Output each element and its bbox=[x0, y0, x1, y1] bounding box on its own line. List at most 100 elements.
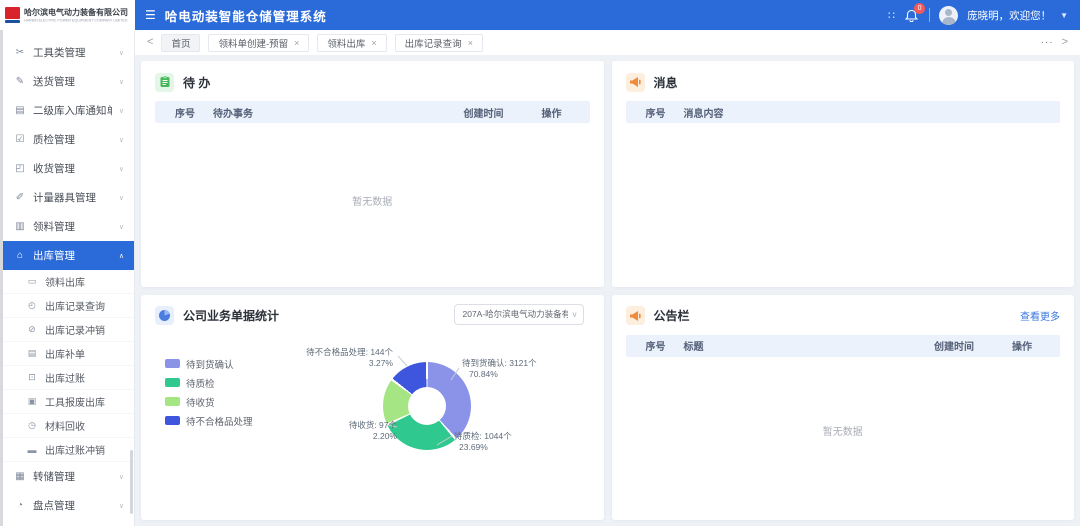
fullscreen-icon[interactable]: ∷ bbox=[888, 9, 895, 22]
todo-table-header: 序号 待办事务 创建时间 操作 bbox=[155, 101, 590, 123]
menu-icon: ⌂ bbox=[14, 250, 26, 261]
tab-close-icon[interactable]: × bbox=[371, 38, 376, 48]
bulletin-table-header: 序号 标题 创建时间 操作 bbox=[626, 335, 1061, 357]
sidebar-item[interactable]: ◔盘点管理∨ bbox=[0, 491, 134, 520]
sidebar-item[interactable]: ☑质检管理∨ bbox=[0, 125, 134, 154]
chevron-down-icon: ∨ bbox=[119, 223, 124, 231]
legend-item[interactable]: 待收货 bbox=[165, 395, 253, 409]
sidebar-item[interactable]: ✂工具类管理∨ bbox=[0, 38, 134, 67]
legend-item[interactable]: 待质检 bbox=[165, 376, 253, 390]
tabs-more-icon[interactable]: ··· bbox=[1041, 37, 1054, 48]
sidebar-item[interactable]: ✐计量器具管理∨ bbox=[0, 183, 134, 212]
column-header: 创建时间 bbox=[934, 338, 1012, 353]
tab[interactable]: 领料出库 × bbox=[317, 34, 386, 52]
chevron-down-icon: ∨ bbox=[119, 165, 124, 173]
app-header: 哈尔滨电气动力装备有限公司 HARBIN ELECTRIC POWER EQUI… bbox=[0, 0, 1080, 30]
clipboard-icon bbox=[155, 73, 174, 92]
sidebar-subitem[interactable]: ⊘出库记录冲销 bbox=[0, 318, 134, 342]
legend-swatch bbox=[165, 397, 180, 406]
tab-close-icon[interactable]: × bbox=[294, 38, 299, 48]
todo-title: 待 办 bbox=[183, 74, 210, 91]
tab-label: 出库记录查询 bbox=[405, 36, 462, 50]
sidebar-item[interactable]: ▤二级库入库通知单∨ bbox=[0, 96, 134, 125]
sidebar-item[interactable]: ◰收货管理∨ bbox=[0, 154, 134, 183]
chevron-down-icon: ∨ bbox=[119, 78, 124, 86]
sidebar-subitem[interactable]: ▭ 领料出库 bbox=[0, 270, 134, 294]
notification-bell[interactable]: 0 bbox=[904, 7, 920, 23]
column-header: 标题 bbox=[684, 338, 935, 353]
menu-label: 出库记录查询 bbox=[45, 298, 124, 313]
sidebar-subitem[interactable]: ◷材料回收 bbox=[0, 414, 134, 438]
legend-swatch bbox=[165, 416, 180, 425]
menu-icon: ▥ bbox=[14, 221, 26, 232]
tab[interactable]: 出库记录查询 × bbox=[395, 34, 483, 52]
menu-label: 盘点管理 bbox=[33, 498, 112, 513]
sidebar-item[interactable]: ✎送货管理∨ bbox=[0, 67, 134, 96]
sidebar-subitem[interactable]: ▬出库过账冲销 bbox=[0, 438, 134, 462]
messages-card: 消息 序号 消息内容 bbox=[612, 61, 1075, 287]
callout-label: 待质检: 1044个 23.69% bbox=[454, 431, 512, 455]
menu-label: 工具类管理 bbox=[33, 45, 112, 60]
caret-down-icon[interactable]: ▼ bbox=[1060, 11, 1068, 20]
top-bar: ☰ 哈电动装智能仓储管理系统 ∷ 0 庞晓明，欢迎您！ ▼ bbox=[135, 0, 1080, 30]
tab[interactable]: 首页 bbox=[161, 34, 200, 52]
view-more-link[interactable]: 查看更多 bbox=[1020, 308, 1060, 323]
legend-swatch bbox=[165, 359, 180, 368]
legend-swatch bbox=[165, 378, 180, 387]
menu-icon: ⊡ bbox=[26, 372, 38, 383]
tabs-forward-icon[interactable]: > bbox=[1062, 37, 1068, 48]
menu-icon: ▦ bbox=[14, 471, 26, 482]
sidebar-item[interactable]: ▥领料管理∨ bbox=[0, 212, 134, 241]
legend-item[interactable]: 待不合格品处理 bbox=[165, 414, 253, 428]
chevron-down-icon: ∨ bbox=[119, 473, 124, 481]
sidebar-subitem[interactable]: ▣工具报废出库 bbox=[0, 390, 134, 414]
tab[interactable]: 领料单创建-预留 × bbox=[208, 34, 309, 52]
menu-label: 出库过账冲销 bbox=[45, 442, 124, 457]
legend-label: 待收货 bbox=[186, 395, 215, 409]
bulletin-empty-state: 暂无数据 bbox=[612, 423, 1075, 438]
left-scrollbar[interactable] bbox=[0, 30, 3, 526]
sidebar-item[interactable]: ▦转储管理∨ bbox=[0, 462, 134, 491]
menu-label: 出库补单 bbox=[45, 346, 124, 361]
tab-close-icon[interactable]: × bbox=[468, 38, 473, 48]
tab-label: 领料出库 bbox=[327, 36, 365, 50]
chevron-up-icon: ∧ bbox=[119, 252, 124, 260]
company-logo bbox=[5, 7, 20, 23]
bulletin-title: 公告栏 bbox=[654, 307, 690, 324]
column-header: 操作 bbox=[1012, 338, 1060, 353]
chevron-down-icon: ∨ bbox=[119, 502, 124, 510]
sidebar-subitem[interactable]: ◴出库记录查询 bbox=[0, 294, 134, 318]
column-header: 待办事务 bbox=[213, 105, 464, 120]
menu-label: 收货管理 bbox=[33, 161, 112, 176]
column-header: 序号 bbox=[626, 105, 684, 120]
todo-empty-state: 暂无数据 bbox=[141, 193, 604, 208]
sidebar: ✂工具类管理∨✎送货管理∨▤二级库入库通知单∨☑质检管理∨◰收货管理∨✐计量器具… bbox=[0, 30, 135, 526]
sidebar-subitem[interactable]: ▤出库补单 bbox=[0, 342, 134, 366]
menu-icon: ✂ bbox=[14, 47, 26, 58]
column-header: 序号 bbox=[155, 105, 213, 120]
sidebar-item[interactable]: ⌂ 出库管理 ∧ bbox=[0, 241, 134, 270]
tab-bar: < 首页 领料单创建-预留 × 领料出库 × 出库记录查询 × ··· > bbox=[135, 30, 1080, 55]
callout-label: 待收货: 97个 2.20% bbox=[259, 420, 397, 444]
tab-label: 领料单创建-预留 bbox=[218, 36, 288, 50]
sidebar-subitem[interactable]: ⊡ 出库过账 bbox=[0, 366, 134, 390]
menu-label: 出库过账 bbox=[45, 370, 124, 385]
sidebar-menu: ✂工具类管理∨✎送货管理∨▤二级库入库通知单∨☑质检管理∨◰收货管理∨✐计量器具… bbox=[0, 38, 134, 520]
menu-label: 出库管理 bbox=[33, 248, 112, 263]
company-logo-area: 哈尔滨电气动力装备有限公司 HARBIN ELECTRIC POWER EQUI… bbox=[0, 0, 135, 30]
menu-icon: ▭ bbox=[26, 276, 38, 287]
stats-card: 公司业务单据统计 207A-哈尔滨电气动力装备有限公 ∨ 待到货确认待质检待收货… bbox=[141, 295, 604, 521]
column-header: 操作 bbox=[542, 105, 590, 120]
menu-icon: ✎ bbox=[14, 76, 26, 87]
donut-hole bbox=[408, 387, 446, 425]
sidebar-scrollbar-thumb[interactable] bbox=[130, 450, 133, 514]
legend-label: 待到货确认 bbox=[186, 357, 234, 371]
notification-badge: 0 bbox=[914, 3, 925, 14]
collapse-menu-icon[interactable]: ☰ bbox=[145, 9, 156, 21]
company-select[interactable]: 207A-哈尔滨电气动力装备有限公 ∨ bbox=[454, 304, 584, 325]
column-header: 创建时间 bbox=[464, 105, 542, 120]
tabs-back-icon[interactable]: < bbox=[147, 37, 153, 48]
menu-label: 领料出库 bbox=[45, 274, 124, 289]
user-greeting[interactable]: 庞晓明，欢迎您！ bbox=[967, 8, 1051, 23]
avatar[interactable] bbox=[939, 6, 958, 25]
